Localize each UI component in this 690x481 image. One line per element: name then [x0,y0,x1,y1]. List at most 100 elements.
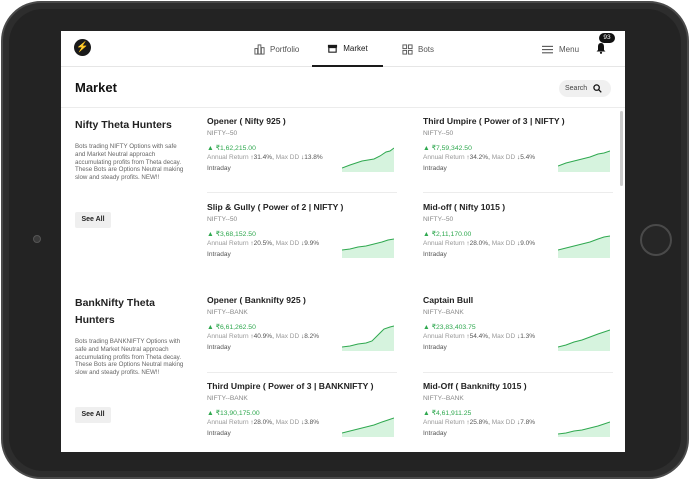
nav-bots-label: Bots [418,44,435,54]
annual-return-value: ↑31.4% [250,154,273,161]
annual-return-value: ↑28.0% [250,419,273,426]
bot-name: Third Umpire ( Power of 3 | BANKNIFTY ) [207,381,374,391]
bot-name: Mid-off ( Nifty 1015 ) [423,202,506,212]
app-screen: ⚡ Portfolio Market Bots Menu 93 Market S… [61,31,625,452]
bot-name: Mid-Off ( Banknifty 1015 ) [423,381,527,391]
max-dd-label: Max DD [491,240,516,247]
bot-stats: Annual Return ↑25.8%, Max DD ↓7.8% [423,419,536,426]
bot-card[interactable]: Mid-off ( Nifty 1015 ) NIFTY--50 ▲ ₹2,11… [423,202,613,282]
bot-card[interactable]: Opener ( Nifty 925 ) NIFTY--50 ▲ ₹1,62,2… [207,116,397,193]
annual-return-label: Annual Return [423,240,465,247]
see-all-button[interactable]: See All [75,407,111,423]
bot-stats: Annual Return ↑34.2%, Max DD ↓5.4% [423,154,536,161]
sparkline-chart [558,235,610,258]
bot-stats: Annual Return ↑31.4%, Max DD ↓13.8% [207,154,323,161]
bot-symbol: NIFTY--BANK [207,309,248,316]
max-dd-value: ↓3.8% [300,419,320,426]
max-dd-label: Max DD [491,333,516,340]
bot-type: Intraday [207,430,231,437]
bot-price: ▲ ₹6,61,262.50 [207,324,256,331]
bell-icon[interactable] [595,42,607,54]
bot-symbol: NIFTY--BANK [207,395,248,402]
bot-symbol: NIFTY--BANK [423,395,464,402]
menu-label: Menu [559,44,580,54]
bot-name: Third Umpire ( Power of 3 | NIFTY ) [423,116,565,126]
annual-return-label: Annual Return [207,154,249,161]
annual-return-value: ↑25.8% [466,419,489,426]
bot-symbol: NIFTY--50 [423,216,454,223]
bot-type: Intraday [423,165,447,172]
group-description: Bots trading BANKNIFTY Options with safe… [75,338,184,377]
bot-stats: Annual Return ↑20.5%, Max DD ↓9.9% [207,240,320,247]
sparkline-chart [558,421,610,437]
group-description: Bots trading NIFTY Options with safe and… [75,143,184,182]
bot-card[interactable]: Slip & Gully ( Power of 2 | NIFTY ) NIFT… [207,202,397,282]
app-logo[interactable]: ⚡ [74,39,91,56]
annual-return-label: Annual Return [207,419,249,426]
sparkline-chart [342,147,394,172]
max-dd-label: Max DD [275,419,300,426]
sparkline-chart [558,329,610,351]
bot-price: ▲ ₹2,11,170.00 [423,231,472,238]
bot-name: Opener ( Nifty 925 ) [207,116,286,126]
bot-symbol: NIFTY--50 [423,130,454,137]
see-all-button[interactable]: See All [75,212,111,228]
page-header: Market Search [61,68,625,108]
max-dd-label: Max DD [275,240,300,247]
bot-type: Intraday [207,344,231,351]
sparkline-chart [558,150,610,172]
search-icon [593,84,602,93]
search-label: Search [565,85,588,92]
bot-card[interactable]: Third Umpire ( Power of 3 | BANKNIFTY ) … [207,381,397,452]
max-dd-value: ↓9.0% [516,240,536,247]
nav-bots[interactable]: Bots [402,31,434,67]
annual-return-value: ↑40.9% [250,333,273,340]
bot-type: Intraday [423,251,447,258]
bot-stats: Annual Return ↑28.0%, Max DD ↓9.0% [423,240,536,247]
scrollbar[interactable] [620,111,623,186]
nav-portfolio-label: Portfolio [270,44,300,54]
annual-return-value: ↑34.2% [466,154,489,161]
bot-price: ▲ ₹3,68,152.50 [207,231,256,238]
bot-name: Opener ( Banknifty 925 ) [207,295,306,305]
nav-portfolio[interactable]: Portfolio [254,31,299,67]
bot-card[interactable]: Mid-Off ( Banknifty 1015 ) NIFTY--BANK ▲… [423,381,613,452]
portfolio-icon [254,43,265,55]
sparkline-chart [342,417,394,437]
sparkline-chart [342,325,394,351]
bot-price: ▲ ₹13,90,175.00 [207,410,260,417]
bot-name: Captain Bull [423,295,474,305]
home-button[interactable] [640,224,672,256]
annual-return-value: ↑20.5% [250,240,273,247]
group-title: BankNifty Theta Hunters [75,297,155,326]
bot-card[interactable]: Third Umpire ( Power of 3 | NIFTY ) NIFT… [423,116,613,193]
max-dd-label: Max DD [491,419,516,426]
camera [33,235,41,243]
store-icon [328,44,338,53]
search-button[interactable]: Search [559,80,611,97]
max-dd-value: ↓5.4% [516,154,536,161]
annual-return-label: Annual Return [423,419,465,426]
nav-market[interactable]: Market [312,31,383,67]
bot-card[interactable]: Captain Bull NIFTY--BANK ▲ ₹23,83,403.75… [423,295,613,373]
annual-return-value: ↑54.4% [466,333,489,340]
hamburger-icon [542,45,553,53]
bot-stats: Annual Return ↑28.0%, Max DD ↓3.8% [207,419,320,426]
bot-type: Intraday [207,165,231,172]
menu-button[interactable]: Menu [542,31,579,67]
page-title: Market [75,80,117,95]
bot-name: Slip & Gully ( Power of 2 | NIFTY ) [207,202,344,212]
bot-card[interactable]: Opener ( Banknifty 925 ) NIFTY--BANK ▲ ₹… [207,295,397,373]
group-title: Nifty Theta Hunters [75,119,172,131]
bot-type: Intraday [423,430,447,437]
top-navigation: ⚡ Portfolio Market Bots Menu 93 [61,31,625,67]
bot-type: Intraday [423,344,447,351]
annual-return-value: ↑28.0% [466,240,489,247]
bot-price: ▲ ₹7,59,342.50 [423,145,472,152]
bot-stats: Annual Return ↑40.9%, Max DD ↓8.2% [207,333,320,340]
max-dd-value: ↓13.8% [300,154,323,161]
bot-symbol: NIFTY--50 [207,130,238,137]
max-dd-value: ↓8.2% [300,333,320,340]
annual-return-label: Annual Return [207,333,249,340]
max-dd-label: Max DD [275,333,300,340]
